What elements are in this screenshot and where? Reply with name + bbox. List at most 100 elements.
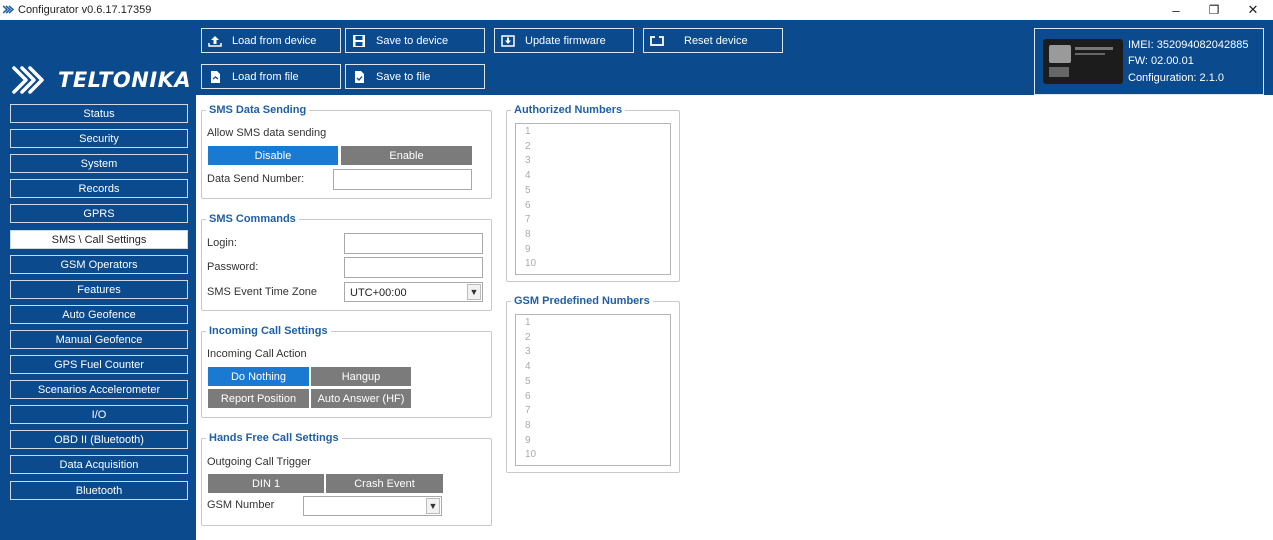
reset-device-label: Reset device xyxy=(684,34,748,47)
line-number: 10 xyxy=(525,449,537,461)
teltonika-small-icon xyxy=(3,5,15,14)
hangup-button[interactable]: Hangup xyxy=(310,366,412,387)
line-number: 5 xyxy=(525,375,531,387)
line-number: 2 xyxy=(525,140,531,152)
device-image xyxy=(1043,39,1123,84)
firmware-icon xyxy=(501,34,515,47)
maximize-button[interactable]: ❐ xyxy=(1194,0,1234,20)
restore-icon: ❐ xyxy=(1208,3,1220,17)
line-number: 10 xyxy=(525,258,537,270)
report-position-button[interactable]: Report Position xyxy=(207,388,310,409)
incoming-call-action-label: Incoming Call Action xyxy=(207,348,307,360)
login-label: Login: xyxy=(207,237,237,249)
din1-button[interactable]: DIN 1 xyxy=(207,473,325,494)
line-number: 7 xyxy=(525,214,531,226)
line-number: 9 xyxy=(525,243,531,255)
reset-icon xyxy=(650,35,664,46)
sidebar-item-scenarios-accelerometer[interactable]: Scenarios Accelerometer xyxy=(10,380,188,399)
line-number: 3 xyxy=(525,346,531,358)
file-open-icon xyxy=(211,70,220,83)
sidebar-item-auto-geofence[interactable]: Auto Geofence xyxy=(10,305,188,324)
data-send-number-input[interactable] xyxy=(333,169,472,190)
window-title: Configurator v0.6.17.17359 xyxy=(18,4,152,16)
gsm-number-select[interactable]: ▼ xyxy=(303,496,442,516)
crash-event-button[interactable]: Crash Event xyxy=(325,473,444,494)
line-number: 4 xyxy=(525,170,531,182)
sidebar-item-bluetooth[interactable]: Bluetooth xyxy=(10,481,188,500)
teltonika-logo: TELTONIKA xyxy=(10,62,196,96)
auto-answer-button[interactable]: Auto Answer (HF) xyxy=(310,388,412,409)
upload-icon xyxy=(208,35,222,47)
password-input[interactable] xyxy=(344,257,483,278)
line-number: 3 xyxy=(525,155,531,167)
reset-device-button[interactable]: Reset device xyxy=(643,28,783,53)
line-number: 7 xyxy=(525,405,531,417)
sidebar-item-sms-call-settings[interactable]: SMS \ Call Settings xyxy=(10,230,188,249)
update-firmware-label: Update firmware xyxy=(525,34,606,47)
gsm-predefined-legend: GSM Predefined Numbers xyxy=(514,295,650,307)
line-number: 6 xyxy=(525,199,531,211)
save-to-device-label: Save to device xyxy=(376,34,449,47)
logo-text: TELTONIKA xyxy=(58,68,192,92)
sidebar-item-system[interactable]: System xyxy=(10,154,188,173)
timezone-value: UTC+00:00 xyxy=(350,287,407,299)
sidebar-item-status[interactable]: Status xyxy=(10,104,188,123)
gsm-number-label: GSM Number xyxy=(207,499,275,511)
line-number: 8 xyxy=(525,228,531,240)
do-nothing-button[interactable]: Do Nothing xyxy=(207,366,310,387)
outgoing-call-trigger-label: Outgoing Call Trigger xyxy=(207,456,311,468)
timezone-select[interactable]: UTC+00:00 ▼ xyxy=(344,282,483,302)
line-number: 4 xyxy=(525,361,531,373)
line-number: 5 xyxy=(525,184,531,196)
chevron-down-icon[interactable]: ▼ xyxy=(426,498,440,514)
load-from-file-label: Load from file xyxy=(232,70,299,83)
sms-enable-button[interactable]: Enable xyxy=(340,145,473,166)
device-configuration: Configuration: 2.1.0 xyxy=(1128,72,1225,84)
minimize-icon: – xyxy=(1172,2,1180,18)
device-info-panel: IMEI: 352094082042885 FW: 02.00.01 Confi… xyxy=(1034,28,1264,95)
save-to-file-button[interactable]: Save to file xyxy=(345,64,485,89)
sidebar-item-i-o[interactable]: I/O xyxy=(10,405,188,424)
device-fw: FW: 02.00.01 xyxy=(1128,55,1194,67)
line-number: 9 xyxy=(525,434,531,446)
close-button[interactable]: ✕ xyxy=(1233,0,1273,20)
hands-free-legend: Hands Free Call Settings xyxy=(209,432,339,444)
save-to-file-label: Save to file xyxy=(376,70,431,83)
sidebar-item-gprs[interactable]: GPRS xyxy=(10,204,188,223)
sidebar-item-manual-geofence[interactable]: Manual Geofence xyxy=(10,330,188,349)
file-save-icon xyxy=(355,70,364,83)
authorized-numbers-list[interactable]: 1 2 3 4 5 6 7 8 9 10 xyxy=(515,123,671,275)
sidebar-item-gps-fuel-counter[interactable]: GPS Fuel Counter xyxy=(10,355,188,374)
line-number: 2 xyxy=(525,331,531,343)
sms-disable-button[interactable]: Disable xyxy=(207,145,339,166)
minimize-button[interactable]: – xyxy=(1156,0,1196,20)
save-icon xyxy=(353,34,365,47)
data-send-number-label: Data Send Number: xyxy=(207,173,305,185)
sidebar-item-data-acquisition[interactable]: Data Acquisition xyxy=(10,455,188,474)
gsm-predefined-list[interactable]: 1 2 3 4 5 6 7 8 9 10 xyxy=(515,314,671,466)
sidebar-item-gsm-operators[interactable]: GSM Operators xyxy=(10,255,188,274)
timezone-label: SMS Event Time Zone xyxy=(207,286,318,298)
load-from-file-button[interactable]: Load from file xyxy=(201,64,341,89)
line-number: 1 xyxy=(525,317,531,328)
close-icon: ✕ xyxy=(1247,2,1259,17)
update-firmware-button[interactable]: Update firmware xyxy=(494,28,634,53)
incoming-call-legend: Incoming Call Settings xyxy=(209,325,328,337)
window-titlebar: Configurator v0.6.17.17359 – ❐ ✕ xyxy=(0,0,1273,20)
password-label: Password: xyxy=(207,261,259,273)
teltonika-arrows-icon xyxy=(12,66,44,94)
chevron-down-icon[interactable]: ▼ xyxy=(467,284,481,300)
line-number: 1 xyxy=(525,126,531,137)
login-input[interactable] xyxy=(344,233,483,254)
save-to-device-button[interactable]: Save to device xyxy=(345,28,485,53)
authorized-numbers-legend: Authorized Numbers xyxy=(514,104,623,116)
sidebar-item-security[interactable]: Security xyxy=(10,129,188,148)
device-imei: IMEI: 352094082042885 xyxy=(1128,39,1249,51)
sidebar-item-records[interactable]: Records xyxy=(10,179,188,198)
load-from-device-label: Load from device xyxy=(232,34,317,47)
sidebar-item-obd-ii-bluetooth[interactable]: OBD II (Bluetooth) xyxy=(10,430,188,449)
load-from-device-button[interactable]: Load from device xyxy=(201,28,341,53)
sidebar-item-features[interactable]: Features xyxy=(10,280,188,299)
sms-commands-legend: SMS Commands xyxy=(209,213,296,225)
allow-sms-label: Allow SMS data sending xyxy=(207,127,327,139)
